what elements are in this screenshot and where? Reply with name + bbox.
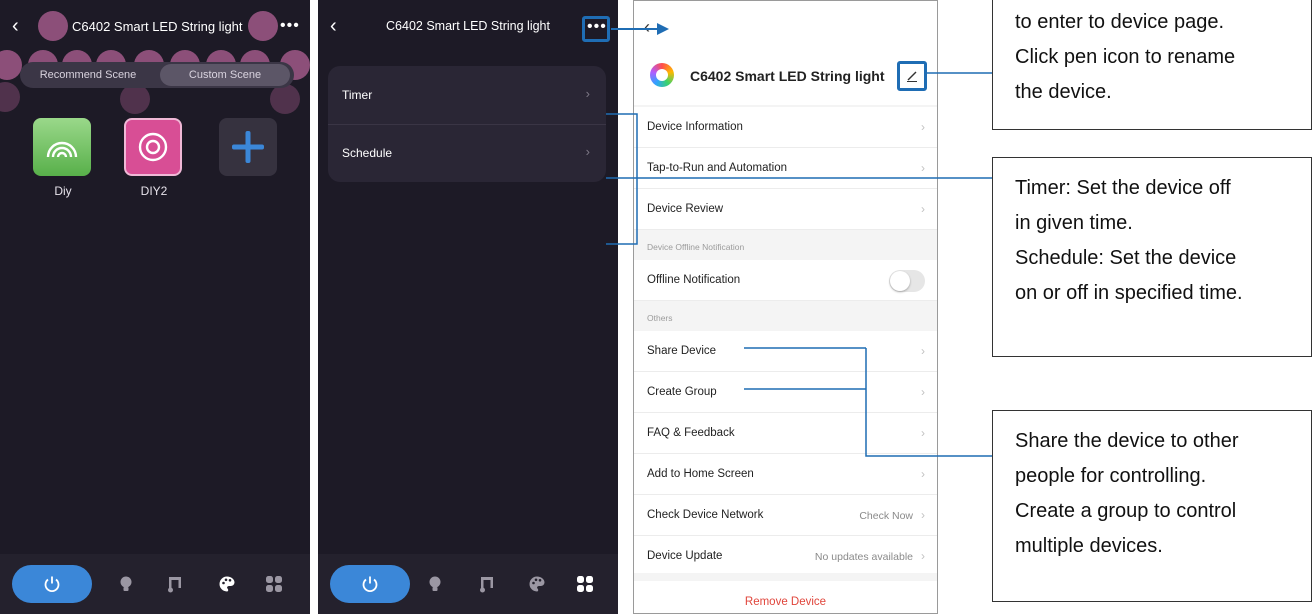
grid-icon[interactable] xyxy=(576,575,594,593)
rainbow-icon xyxy=(33,118,91,176)
target-icon xyxy=(124,118,182,176)
scene-item-diy2[interactable]: DIY2 xyxy=(124,118,184,198)
offline-notification-toggle[interactable] xyxy=(889,270,925,292)
back-icon[interactable]: ‹ xyxy=(644,17,650,38)
bottom-tab-bar xyxy=(0,554,310,614)
chevron-right-icon: › xyxy=(921,120,925,134)
back-icon[interactable]: ‹ xyxy=(12,15,32,37)
scene-screen: ‹ C6402 Smart LED String light ••• Recom… xyxy=(0,0,310,614)
row-value: Check Now xyxy=(859,510,913,522)
chevron-right-icon: › xyxy=(921,385,925,399)
row-device-review[interactable]: Device Review › xyxy=(634,189,937,230)
tab-power[interactable] xyxy=(330,565,410,603)
chevron-right-icon: › xyxy=(921,508,925,522)
callout-line: the device. xyxy=(1015,81,1112,103)
row-label: Add to Home Screen xyxy=(647,468,754,480)
row-label: Offline Notification xyxy=(647,274,741,286)
callout-device-page: to enter to device page. Click pen icon … xyxy=(992,0,1312,130)
music-icon[interactable] xyxy=(166,575,184,593)
menu-item-label: Timer xyxy=(342,88,373,102)
timer-topbar: ‹ C6402 Smart LED String light ••• xyxy=(318,0,618,52)
palette-icon[interactable] xyxy=(528,575,546,593)
section-label: Device Offline Notification xyxy=(647,242,745,252)
row-label: Tap-to-Run and Automation xyxy=(647,162,788,174)
chevron-right-icon: › xyxy=(921,467,925,481)
row-label: Create Group xyxy=(647,386,717,398)
more-button-highlight xyxy=(582,16,610,42)
callout-timer-schedule: Timer: Set the device off in given time.… xyxy=(992,157,1312,357)
scene-name: Diy xyxy=(54,184,72,198)
callout-line: Timer: Set the device off xyxy=(1015,177,1231,199)
chevron-right-icon: › xyxy=(921,426,925,440)
row-value: No updates available xyxy=(814,551,913,563)
chevron-right-icon: › xyxy=(921,344,925,358)
plus-icon xyxy=(219,118,277,176)
callout-share-group: Share the device to other people for con… xyxy=(992,410,1312,602)
row-label: Device Information xyxy=(647,121,743,133)
bottom-tab-bar xyxy=(318,554,618,614)
chevron-right-icon: › xyxy=(585,144,590,159)
chevron-right-icon: › xyxy=(921,161,925,175)
row-faq-feedback[interactable]: FAQ & Feedback › xyxy=(634,413,937,454)
scene-type-switch: Recommend Scene Custom Scene xyxy=(20,62,294,88)
callout-line: Click pen icon to rename xyxy=(1015,46,1236,68)
palette-icon[interactable] xyxy=(218,575,236,593)
device-settings-screen: ‹ C6402 Smart LED String light Device In… xyxy=(633,0,938,614)
callout-line: on or off in specified time. xyxy=(1015,282,1243,304)
grid-icon[interactable] xyxy=(265,575,283,593)
row-label: FAQ & Feedback xyxy=(647,427,735,439)
row-label: Device Update xyxy=(647,550,723,562)
device-name: C6402 Smart LED String light xyxy=(690,68,885,84)
chevron-right-icon: › xyxy=(585,86,590,101)
music-icon[interactable] xyxy=(478,575,496,593)
menu-item-label: Schedule xyxy=(342,146,393,160)
add-scene-button[interactable] xyxy=(219,118,279,176)
callout-line: multiple devices. xyxy=(1015,535,1163,557)
menu-item-schedule[interactable]: Schedule › xyxy=(328,124,606,182)
row-check-device-network[interactable]: Check Device Network Check Now › xyxy=(634,495,937,536)
callout-line: Schedule: Set the device xyxy=(1015,247,1237,269)
chevron-right-icon: › xyxy=(921,549,925,563)
row-tap-to-run[interactable]: Tap-to-Run and Automation › xyxy=(634,148,937,189)
tab-recommend-scene[interactable]: Recommend Scene xyxy=(24,64,152,86)
timer-screen: ‹ C6402 Smart LED String light ••• Timer… xyxy=(318,0,618,614)
row-device-information[interactable]: Device Information › xyxy=(634,107,937,148)
row-offline-notification: Offline Notification xyxy=(634,260,937,301)
scene-item-diy[interactable]: Diy xyxy=(33,118,93,198)
row-add-to-home-screen[interactable]: Add to Home Screen › xyxy=(634,454,937,495)
row-share-device[interactable]: Share Device › xyxy=(634,331,937,372)
callout-line: in given time. xyxy=(1015,212,1133,234)
tab-custom-scene[interactable]: Custom Scene xyxy=(160,64,290,86)
callout-line: people for controlling. xyxy=(1015,465,1207,487)
callout-line: Create a group to control xyxy=(1015,500,1237,522)
pen-icon xyxy=(907,71,917,82)
power-icon xyxy=(44,576,60,593)
bulb-icon[interactable] xyxy=(426,575,444,593)
section-label: Others xyxy=(647,313,673,323)
scene-topbar: ‹ C6402 Smart LED String light ••• xyxy=(0,0,310,52)
scene-name: DIY2 xyxy=(140,184,168,198)
section-others: Others xyxy=(634,301,937,331)
scene-screen-title: C6402 Smart LED String light xyxy=(72,19,243,34)
rename-button[interactable] xyxy=(897,61,927,91)
callout-line: Share the device to other xyxy=(1015,430,1239,452)
timer-screen-title: C6402 Smart LED String light xyxy=(386,19,550,33)
timer-menu-card: Timer › Schedule › xyxy=(328,66,606,182)
more-icon[interactable]: ••• xyxy=(280,18,300,34)
row-label: Check Device Network xyxy=(647,509,764,521)
callout-line: to enter to device page. xyxy=(1015,11,1225,33)
bulb-icon[interactable] xyxy=(117,575,135,593)
row-label: Share Device xyxy=(647,345,717,357)
power-icon xyxy=(362,576,378,593)
remove-device-button[interactable]: Remove Device xyxy=(634,581,937,613)
chevron-right-icon: › xyxy=(921,202,925,216)
section-offline: Device Offline Notification xyxy=(634,230,937,260)
device-header: C6402 Smart LED String light xyxy=(634,49,937,105)
row-label: Device Review xyxy=(647,203,724,215)
menu-item-timer[interactable]: Timer › xyxy=(328,66,606,124)
device-logo-icon xyxy=(650,63,674,87)
tab-power[interactable] xyxy=(12,565,92,603)
row-create-group[interactable]: Create Group › xyxy=(634,372,937,413)
row-device-update[interactable]: Device Update No updates available › xyxy=(634,536,937,577)
